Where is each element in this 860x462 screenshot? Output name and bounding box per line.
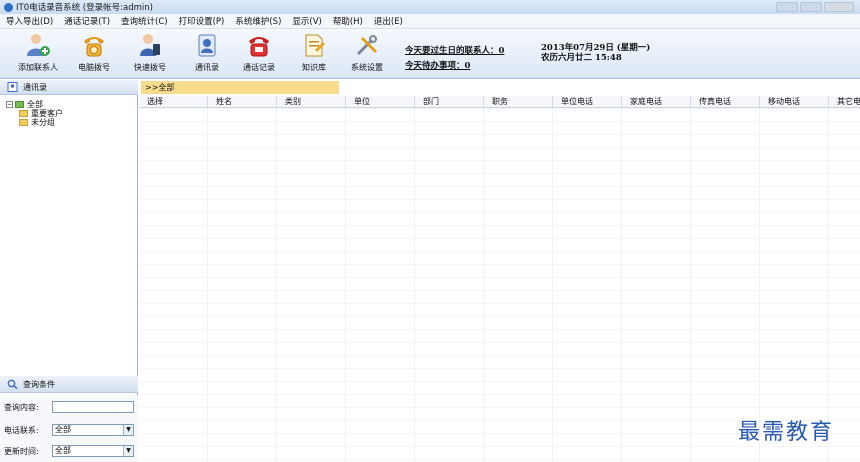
phone-dial-label: 电脑拨号 [78, 63, 110, 72]
phone-dial-button[interactable]: 电脑拨号 [64, 32, 124, 73]
column-header-category[interactable]: 类别 [277, 96, 346, 107]
tree-item-ungrouped[interactable]: 未分组 [6, 118, 63, 127]
grid-header: 选择 姓名 类别 单位 部门 职务 单位电话 家庭电话 传真电话 移动电话 其它… [139, 96, 860, 108]
column-header-department[interactable]: 部门 [415, 96, 484, 107]
knowledge-base-button[interactable]: 知识库 [284, 32, 344, 73]
knowledge-base-label: 知识库 [302, 63, 326, 72]
update-time-label: 更新时间: [4, 446, 39, 456]
update-time-row: 更新时间: 全部 ▼ [4, 445, 134, 457]
menu-system-maintenance[interactable]: 系统维护(S) [235, 15, 281, 27]
folder-icon [19, 119, 28, 126]
column-header-home-phone[interactable]: 家庭电话 [622, 96, 691, 107]
quick-dial-label: 快速拨号 [134, 63, 166, 72]
quick-dial-icon [140, 34, 160, 56]
contact-tree: − 全部 重要客户 未分组 [6, 100, 63, 127]
add-contact-label: 添加联系人 [18, 63, 58, 72]
column-header-fax[interactable]: 传真电话 [691, 96, 760, 107]
update-time-select[interactable]: 全部 ▼ [52, 445, 134, 457]
query-header-title: 查询条件 [23, 379, 55, 389]
window-controls [776, 2, 854, 12]
folder-icon [19, 110, 28, 117]
call-log-icon [249, 37, 269, 57]
column-header-mobile[interactable]: 移动电话 [760, 96, 829, 107]
maximize-button[interactable] [800, 2, 822, 12]
breadcrumb: >>全部 [141, 81, 339, 94]
lunar-time-line: 农历六月廿二 15:48 [541, 53, 622, 63]
phone-dial-icon [84, 37, 104, 57]
toolbar: 添加联系人 电脑拨号 快速拨号 通讯录 通话记录 知识库 系统设置 今天要过生日… [0, 29, 860, 79]
menu-help[interactable]: 帮助(H) [333, 15, 363, 27]
phone-contact-value: 全部 [55, 425, 71, 434]
query-content-label: 查询内容: [4, 402, 39, 412]
menu-view[interactable]: 显示(V) [292, 15, 321, 27]
settings-label: 系统设置 [351, 63, 383, 72]
chevron-down-icon[interactable]: ▼ [123, 446, 133, 456]
group-icon [15, 101, 24, 108]
address-book-panel-header[interactable]: 通讯录 [0, 80, 138, 95]
column-header-other-phone[interactable]: 其它电 [829, 96, 860, 107]
search-icon [7, 379, 18, 389]
title-bar: IT0电话录音系统 (登录帐号:admin) [0, 0, 860, 14]
address-book-small-icon [7, 82, 18, 92]
menu-exit[interactable]: 退出(E) [374, 15, 403, 27]
left-panel: 通讯录 − 全部 重要客户 未分组 查询条件 查询内容: 电话联系: 全部 ▼ … [0, 80, 138, 462]
column-header-work-phone[interactable]: 单位电话 [553, 96, 622, 107]
menu-query-stats[interactable]: 查询统计(C) [121, 15, 168, 27]
menu-print-settings[interactable]: 打印设置(P) [179, 15, 225, 27]
quick-dial-button[interactable]: 快速拨号 [120, 32, 180, 73]
column-header-position[interactable]: 职务 [484, 96, 553, 107]
phone-contact-row: 电话联系: 全部 ▼ [4, 424, 134, 436]
date-line: 2013年07月29日 (星期一) [541, 43, 651, 53]
birthday-notice-link[interactable]: 今天要过生日的联系人：0 [405, 44, 504, 56]
update-time-value: 全部 [55, 446, 71, 455]
menu-bar: 导入导出(D) 通话记录(T) 查询统计(C) 打印设置(P) 系统维护(S) … [0, 14, 860, 29]
column-header-select[interactable]: 选择 [139, 96, 208, 107]
add-contact-button[interactable]: 添加联系人 [8, 32, 68, 73]
query-content-row: 查询内容: [4, 401, 134, 413]
menu-call-records[interactable]: 通话记录(T) [64, 15, 110, 27]
app-icon [4, 2, 13, 12]
chevron-down-icon[interactable]: ▼ [123, 425, 133, 435]
minimize-button[interactable] [776, 2, 798, 12]
address-book-icon [198, 34, 216, 57]
address-book-button[interactable]: 通讯录 [177, 32, 237, 73]
add-contact-icon [27, 34, 50, 56]
column-header-name[interactable]: 姓名 [208, 96, 277, 107]
call-log-button[interactable]: 通话记录 [229, 32, 289, 73]
contact-grid[interactable] [139, 96, 860, 462]
address-book-label: 通讯录 [195, 63, 219, 72]
close-button[interactable] [824, 2, 854, 12]
date-display: 2013年07月29日 (星期一) 农历六月廿二 15:48 [541, 43, 650, 63]
window-title: IT0电话录音系统 (登录帐号:admin) [16, 3, 153, 13]
todo-notice-link[interactable]: 今天待办事项：0 [405, 59, 470, 71]
query-content-input[interactable] [52, 401, 134, 413]
phone-contact-select[interactable]: 全部 ▼ [52, 424, 134, 436]
settings-icon [356, 35, 378, 56]
panel-header-title: 通讯录 [23, 82, 47, 92]
call-log-label: 通话记录 [243, 63, 275, 72]
breadcrumb-bar: >>全部 [139, 80, 860, 95]
query-form: 查询内容: 电话联系: 全部 ▼ 更新时间: 全部 ▼ [0, 396, 138, 462]
query-panel-header[interactable]: 查询条件 [0, 376, 138, 393]
settings-button[interactable]: 系统设置 [337, 32, 397, 73]
collapse-icon[interactable]: − [6, 101, 13, 108]
phone-contact-label: 电话联系: [4, 425, 39, 435]
column-header-company[interactable]: 单位 [346, 96, 415, 107]
tree-item-label: 未分组 [31, 118, 55, 127]
main-area: >>全部 选择 姓名 类别 单位 部门 职务 单位电话 家庭电话 传真电话 移动… [139, 80, 860, 462]
watermark: 最需教育 [738, 420, 835, 445]
knowledge-base-icon [305, 34, 325, 57]
menu-import-export[interactable]: 导入导出(D) [6, 15, 53, 27]
